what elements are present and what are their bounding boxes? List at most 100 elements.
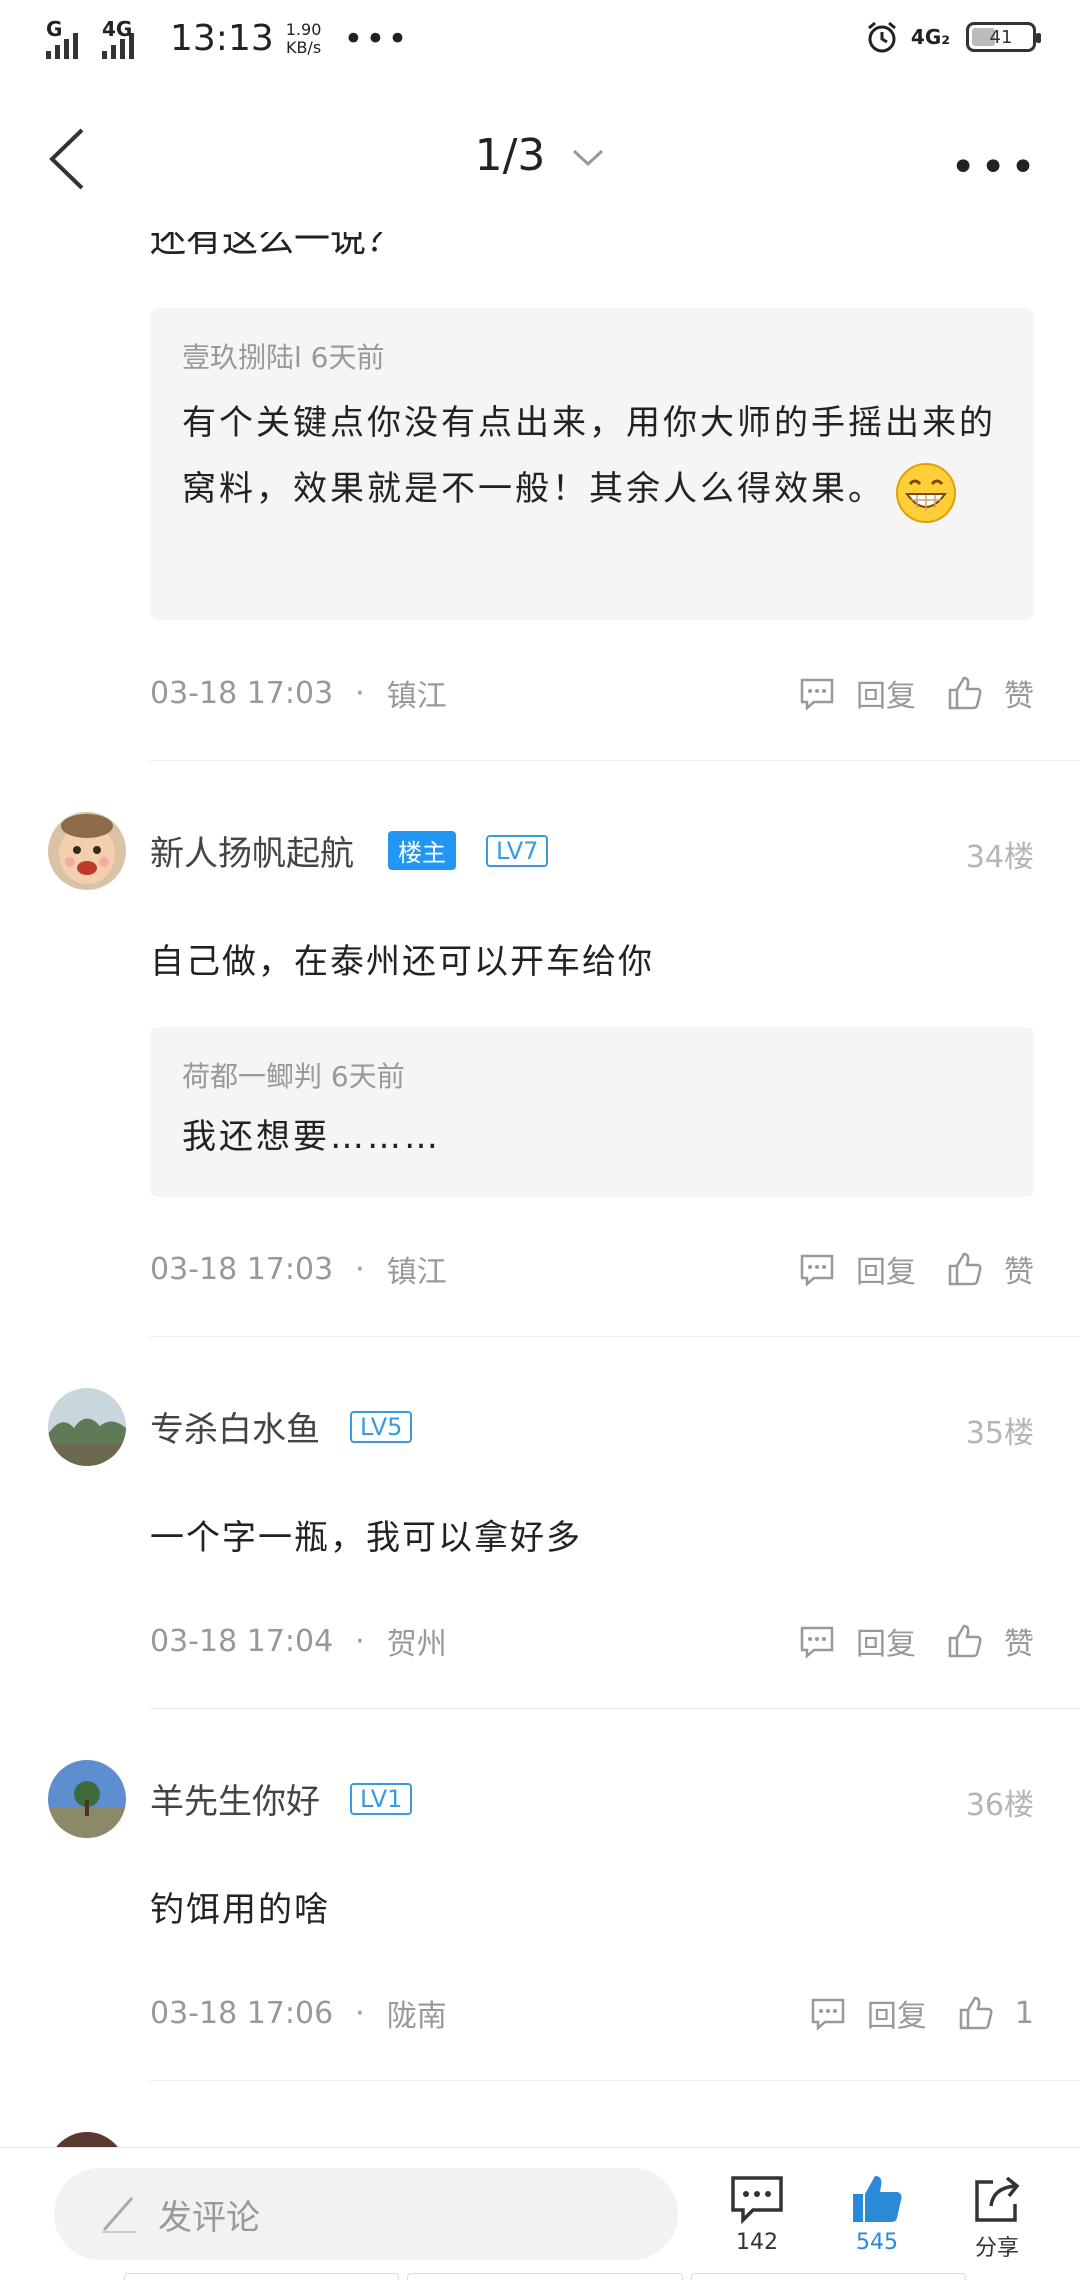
comment-time: 03-18 17:03 <box>150 1251 334 1287</box>
comment-time: 03-18 17:06 <box>150 1995 334 2031</box>
quoted-reply-text: 有个关键点你没有点出来，用你大师的手摇出来的窝料，效果就是不一般！其余人么得效果… <box>182 390 1002 524</box>
avatar[interactable] <box>48 2132 126 2147</box>
signal-icon: G <box>46 16 92 59</box>
floor-number: 36楼 <box>965 1788 1034 1823</box>
chevron-down-icon <box>573 149 604 167</box>
comment-location: 镇江 <box>386 1255 447 1290</box>
clock: 13:13 <box>170 18 274 59</box>
grinning-emoji-icon <box>896 462 956 523</box>
comment-time: 03-18 17:04 <box>150 1623 334 1659</box>
username[interactable]: 专杀白水鱼 <box>150 1402 320 1451</box>
divider <box>150 2080 1080 2081</box>
bottom-action-bar: 发评论 142 545 分享 <box>0 2147 1080 2280</box>
pencil-icon <box>102 2197 136 2233</box>
reply-button[interactable]: 回复 <box>798 671 916 715</box>
signal-label: G <box>46 16 63 41</box>
like-label: 赞 <box>1004 679 1034 714</box>
floor-number: 34楼 <box>965 840 1034 875</box>
level-badge: LV5 <box>350 1410 413 1443</box>
comment-meta: 03-18 17:04 · 贺州 回复 赞 <box>150 1616 1034 1666</box>
meta-separator: · <box>355 1995 365 2031</box>
top-nav-bar: 1/3 ••• <box>0 82 1080 232</box>
share-label: 分享 <box>974 2236 1019 2261</box>
comment-bubble-icon <box>800 678 834 711</box>
comment-bubble-icon <box>800 1254 834 1287</box>
like-button[interactable]: 赞 <box>946 1619 1034 1663</box>
share-button[interactable]: 分享 <box>952 2174 1042 2262</box>
baby-face-avatar-icon <box>48 812 126 890</box>
quoted-reply[interactable]: 荷都一鲫判 6天前 我还想要……… <box>150 1027 1034 1197</box>
avatar[interactable] <box>48 1760 126 1838</box>
comment-bubble-icon <box>811 1998 845 2031</box>
like-label: 赞 <box>1004 1627 1034 1662</box>
thumbs-up-icon <box>959 1996 993 2030</box>
page-indicator-label: 1/3 <box>474 130 546 181</box>
speed-value: 1.90 <box>285 19 322 39</box>
divider <box>150 1708 1080 1709</box>
share-icon <box>975 2176 1020 2222</box>
alarm-clock-icon <box>867 21 896 53</box>
like-button[interactable]: 赞 <box>946 671 1034 715</box>
thumbs-up-icon <box>948 1624 982 1658</box>
comment-meta: 03-18 17:03 · 镇江 回复 赞 <box>150 1244 1034 1294</box>
thumbs-up-filled-icon <box>853 2176 902 2222</box>
quoted-reply-body: 有个关键点你没有点出来，用你大师的手摇出来的窝料，效果就是不一般！其余人么得效果… <box>182 403 996 509</box>
like-post-button[interactable]: 545 <box>832 2174 922 2255</box>
comment-bubble-icon <box>800 1626 834 1659</box>
comment-location: 镇江 <box>386 679 447 714</box>
comment-header: 羊先生你好 LV1 36楼 <box>0 1760 1080 1840</box>
quoted-reply-header: 荷都一鲫判 6天前 <box>182 1060 405 1093</box>
comment-location: 陇南 <box>386 1999 447 2034</box>
reply-label: 回复 <box>856 679 916 714</box>
comment-text: 一个字一瓶，我可以拿好多 <box>150 1518 582 1558</box>
network-type: 4G₂ <box>910 25 950 49</box>
page-indicator[interactable]: 1/3 <box>0 130 1080 181</box>
network-speed: 1.90 KB/s <box>285 19 322 57</box>
avatar[interactable] <box>48 1388 126 1466</box>
avatar[interactable] <box>48 812 126 890</box>
comment-header: 专杀白水鱼 LV5 35楼 <box>0 1388 1080 1468</box>
quoted-reply-text: 我还想要……… <box>182 1117 441 1157</box>
reply-button[interactable]: 回复 <box>809 1991 927 2035</box>
battery-icon: 41 <box>966 22 1041 52</box>
more-notifications-icon: ••• <box>343 18 410 59</box>
landscape-avatar-icon <box>48 1388 126 1466</box>
comment-input[interactable]: 发评论 <box>54 2168 678 2260</box>
reply-label: 回复 <box>866 1999 927 2034</box>
comment-list[interactable]: 还有这么一说？ 壹玖捌陆l 6天前 有个关键点你没有点出来，用你大师的手摇出来的… <box>0 232 1080 2147</box>
like-button[interactable]: 1 <box>957 1994 1034 2032</box>
comment-text: 自己做，在泰州还可以开车给你 <box>150 942 654 982</box>
reply-button[interactable]: 回复 <box>798 1247 916 1291</box>
level-badge: LV1 <box>350 1782 413 1815</box>
battery-level: 41 <box>989 26 1013 48</box>
divider <box>150 760 1080 761</box>
more-options-icon[interactable]: ••• <box>950 142 1040 193</box>
tree-avatar-icon <box>48 1760 126 1838</box>
floor-number: 35楼 <box>965 1416 1034 1451</box>
reply-label: 回复 <box>856 1627 916 1662</box>
signal-label: 4G <box>102 16 133 41</box>
comment-meta: 03-18 17:06 · 陇南 回复 1 <box>150 1988 1034 2038</box>
quoted-reply-header: 壹玖捌陆l 6天前 <box>182 341 385 374</box>
keyboard-hint-strip <box>120 2273 970 2280</box>
meta-separator: · <box>355 1623 365 1659</box>
comment-bubble-icon <box>731 2176 783 2224</box>
username[interactable]: 新人扬帆起航 <box>150 826 354 875</box>
divider <box>150 1336 1080 1337</box>
reply-button[interactable]: 回复 <box>798 1619 916 1663</box>
meta-separator: · <box>355 1251 365 1287</box>
comment-header: 新人扬帆起航 楼主 LV7 34楼 <box>0 812 1080 892</box>
thumbs-up-icon <box>948 1252 982 1286</box>
quoted-reply[interactable]: 壹玖捌陆l 6天前 有个关键点你没有点出来，用你大师的手摇出来的窝料，效果就是不… <box>150 308 1034 620</box>
thumbs-up-icon <box>948 676 982 710</box>
like-button[interactable]: 赞 <box>946 1247 1034 1291</box>
comment-time: 03-18 17:03 <box>150 675 334 711</box>
username[interactable]: 羊先生你好 <box>150 1774 320 1823</box>
signal-icon: 4G <box>102 16 152 59</box>
like-count: 1 <box>1014 1995 1034 2031</box>
level-badge: LV7 <box>486 834 549 867</box>
status-bar: G 4G 13:13 1.90 KB/s ••• 4G₂ 41 <box>0 0 1080 82</box>
comments-button[interactable]: 142 <box>712 2174 802 2255</box>
partial-comment-text: 还有这么一说？ <box>150 232 403 260</box>
comment-location: 贺州 <box>386 1627 447 1662</box>
